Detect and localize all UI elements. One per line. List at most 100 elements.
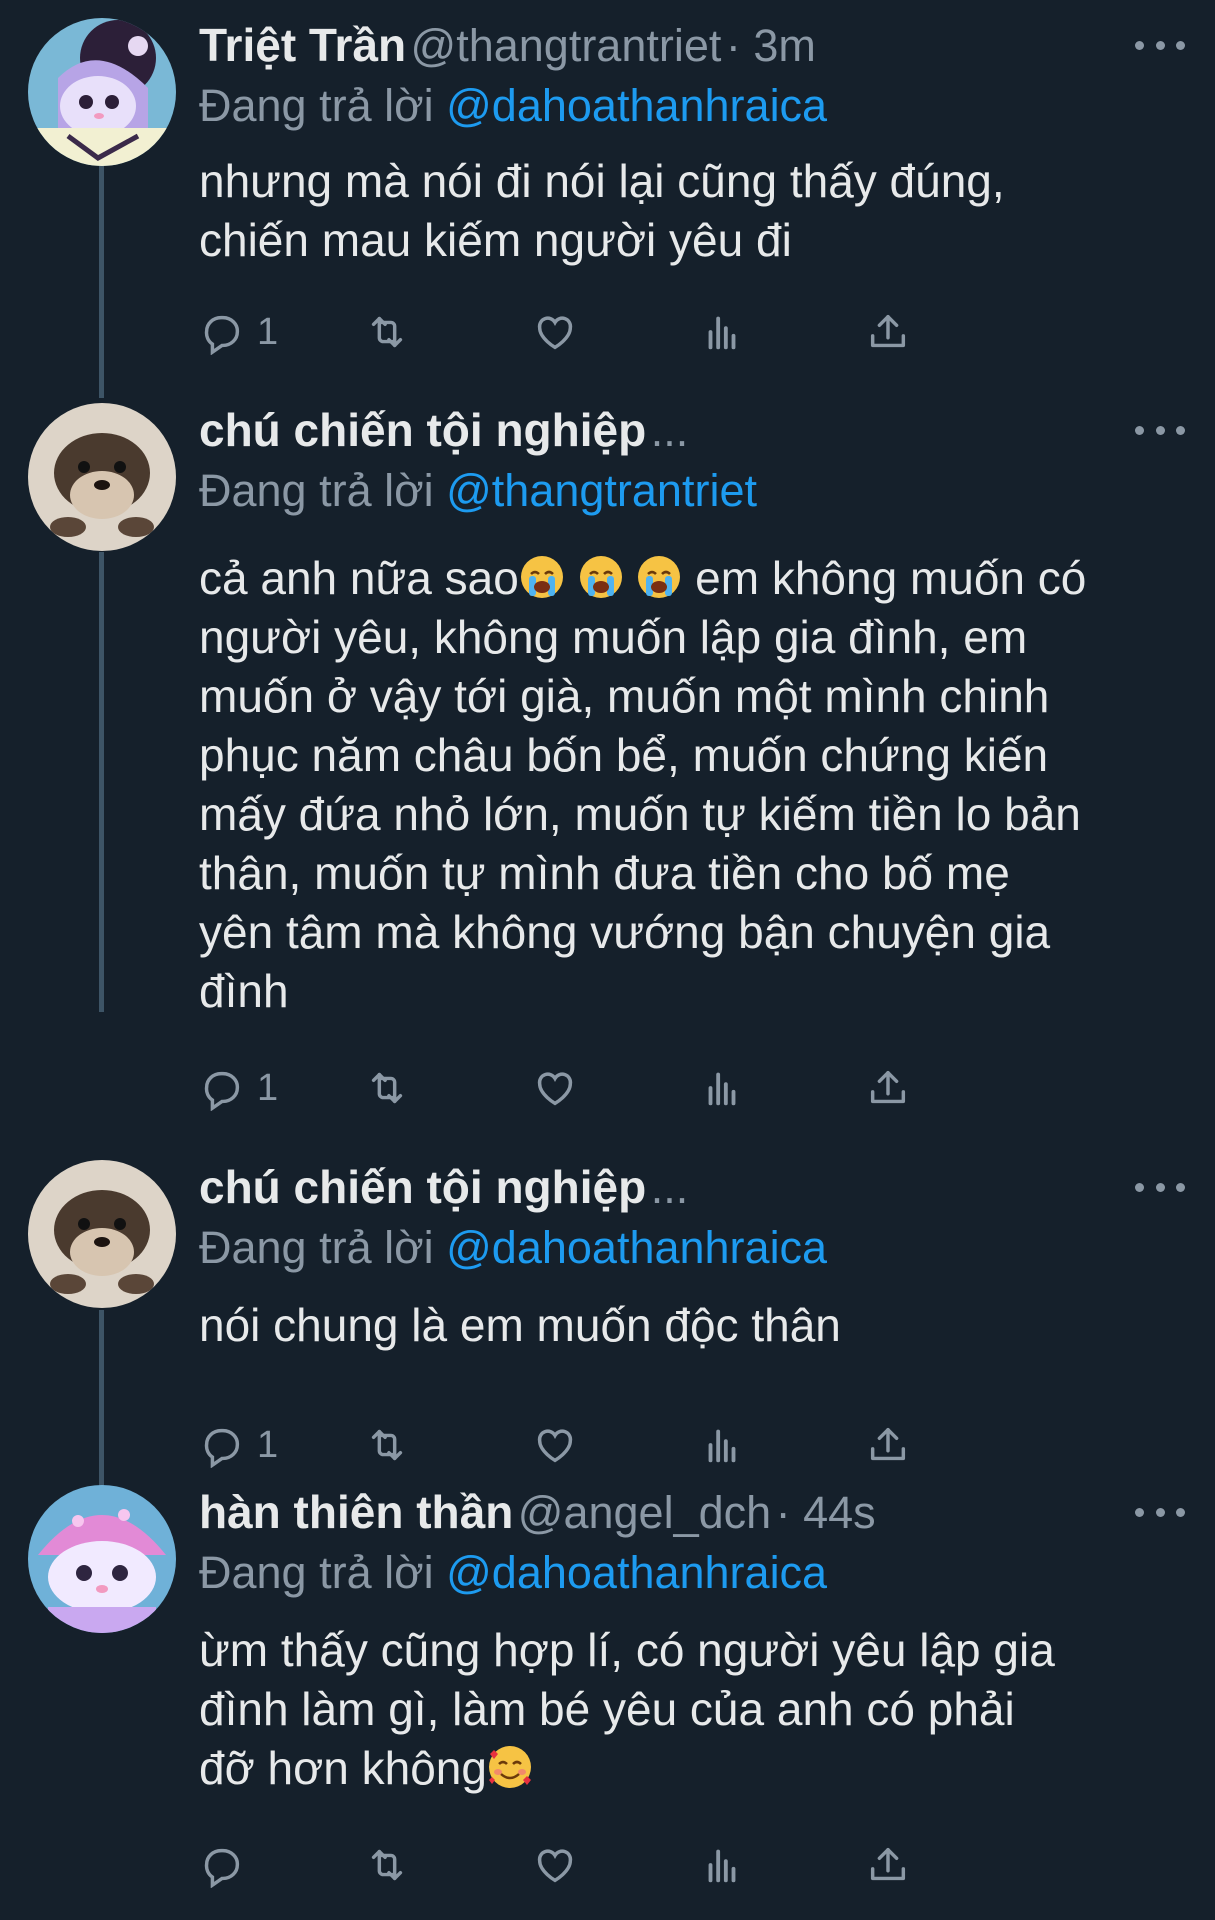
analytics-button[interactable] <box>699 302 745 362</box>
crying-face-icon <box>579 556 622 598</box>
like-button[interactable] <box>532 302 578 362</box>
avatar[interactable] <box>28 18 176 166</box>
reply-count: 1 <box>257 310 279 353</box>
tweet-text-line: cả anh nữa sao em không muốn có <box>199 549 1184 608</box>
replying-to: Đang trả lời @dahoathanhraica <box>199 80 827 132</box>
replying-to-label: Đang trả lời <box>199 465 434 516</box>
timestamp[interactable]: · 44s <box>776 1487 876 1538</box>
share-button[interactable] <box>865 302 911 362</box>
more-options-icon[interactable] <box>1135 1497 1185 1527</box>
like-icon <box>532 1422 578 1468</box>
display-name[interactable]: Triệt Trần <box>199 19 406 71</box>
analytics-button[interactable] <box>699 1835 745 1895</box>
analytics-button[interactable] <box>699 1058 745 1118</box>
tweet[interactable]: chú chiến tội nghiệp ... Đang trả lời @t… <box>0 403 1215 1143</box>
reply-button[interactable]: 1 <box>199 1058 278 1118</box>
reply-button[interactable] <box>199 1835 257 1895</box>
retweet-button[interactable] <box>364 1415 410 1475</box>
analytics-icon <box>699 309 745 355</box>
tweet-text: nói chung là em muốn độc thân <box>199 1296 1184 1355</box>
reply-icon <box>199 1422 245 1468</box>
share-icon <box>865 1842 911 1888</box>
tweet[interactable]: Triệt Trần @thangtrantriet · 3m Đang trả… <box>0 18 1215 388</box>
tweet-text-line: yên tâm mà không vướng bận chuyện gia <box>199 906 1051 958</box>
share-icon <box>865 1422 911 1468</box>
tweet-header: chú chiến tội nghiệp ... <box>199 403 1135 463</box>
retweet-button[interactable] <box>364 302 410 362</box>
tweet[interactable]: hàn thiên thần @angel_dch · 44s Đang trả… <box>0 1485 1215 1905</box>
retweet-button[interactable] <box>364 1835 410 1895</box>
reply-button[interactable]: 1 <box>199 1415 278 1475</box>
replying-to: Đang trả lời @thangtrantriet <box>199 465 757 517</box>
kuromi-avatar-icon <box>28 18 176 166</box>
mention-link[interactable]: @dahoathanhraica <box>446 1547 827 1598</box>
tweet-text-line: nói chung là em muốn độc thân <box>199 1299 841 1351</box>
analytics-button[interactable] <box>699 1415 745 1475</box>
like-button[interactable] <box>532 1058 578 1118</box>
analytics-icon <box>699 1065 745 1111</box>
tweet-actions: 1 <box>199 302 1069 362</box>
avatar[interactable] <box>28 1160 176 1308</box>
tweet-text-line: muốn ở vậy tới già, muốn một mình chinh <box>199 670 1050 722</box>
reply-count: 1 <box>257 1066 279 1109</box>
otter-avatar-icon <box>28 403 176 551</box>
mention-link[interactable]: @dahoathanhraica <box>446 1222 827 1273</box>
tweet-text-line: ừm thấy cũng hợp lí, có người yêu lập gi… <box>199 1624 1055 1676</box>
tweet-actions: 1 <box>199 1058 1069 1118</box>
truncation-ellipsis: ... <box>650 1162 689 1213</box>
share-icon <box>865 1065 911 1111</box>
tweet-text-line: phục năm châu bốn bể, muốn chứng kiến <box>199 729 1049 781</box>
like-icon <box>532 309 578 355</box>
otter-avatar-icon <box>28 1160 176 1308</box>
like-icon <box>532 1842 578 1888</box>
tweet-text: cả anh nữa sao em không muốn có người yê… <box>199 549 1184 1021</box>
share-button[interactable] <box>865 1415 911 1475</box>
mention-link[interactable]: @thangtrantriet <box>446 465 757 516</box>
like-button[interactable] <box>532 1835 578 1895</box>
tweet-text: nhưng mà nói đi nói lại cũng thấy đúng, … <box>199 152 1184 270</box>
more-options-icon[interactable] <box>1135 415 1185 445</box>
retweet-button[interactable] <box>364 1058 410 1118</box>
more-options-icon[interactable] <box>1135 1172 1185 1202</box>
replying-to: Đang trả lời @dahoathanhraica <box>199 1222 827 1274</box>
display-name[interactable]: chú chiến tội nghiệp <box>199 1161 646 1213</box>
truncation-ellipsis: ... <box>650 405 689 456</box>
like-button[interactable] <box>532 1415 578 1475</box>
replying-to-label: Đang trả lời <box>199 1547 434 1598</box>
tweet-text: ừm thấy cũng hợp lí, có người yêu lập gi… <box>199 1621 1184 1798</box>
reply-icon <box>199 1842 245 1888</box>
tweet-text-line: đỡ hơn không <box>199 1739 1184 1798</box>
tweet-text-line: đình <box>199 965 289 1017</box>
share-button[interactable] <box>865 1058 911 1118</box>
timestamp[interactable]: · 3m <box>726 20 816 71</box>
display-name[interactable]: chú chiến tội nghiệp <box>199 404 646 456</box>
username[interactable]: @thangtrantriet <box>411 20 722 71</box>
reply-button[interactable]: 1 <box>199 302 278 362</box>
retweet-icon <box>364 309 410 355</box>
analytics-icon <box>699 1842 745 1888</box>
tweet-actions <box>199 1835 1069 1895</box>
tweet-actions: 1 <box>199 1415 1069 1475</box>
share-button[interactable] <box>865 1835 911 1895</box>
tweet[interactable]: chú chiến tội nghiệp ... Đang trả lời @d… <box>0 1160 1215 1480</box>
mention-link[interactable]: @dahoathanhraica <box>446 80 827 131</box>
tweet-header: chú chiến tội nghiệp ... <box>199 1160 1135 1220</box>
avatar[interactable] <box>28 403 176 551</box>
like-icon <box>532 1065 578 1111</box>
crying-face-icon <box>520 556 563 598</box>
username[interactable]: @angel_dch <box>518 1487 771 1538</box>
replying-to-label: Đang trả lời <box>199 80 434 131</box>
reply-icon <box>199 1065 245 1111</box>
tweet-text-line: người yêu, không muốn lập gia đình, em <box>199 611 1028 663</box>
tweet-text-line: nhưng mà nói đi nói lại cũng thấy đúng, <box>199 155 1005 207</box>
analytics-icon <box>699 1422 745 1468</box>
more-options-icon[interactable] <box>1135 30 1185 60</box>
avatar[interactable] <box>28 1485 176 1633</box>
tweet-text-segment: cả anh nữa sao <box>199 552 519 604</box>
share-icon <box>865 309 911 355</box>
my-melody-avatar-icon <box>28 1485 176 1633</box>
retweet-icon <box>364 1842 410 1888</box>
tweet-text-segment: em không muốn có <box>682 552 1087 604</box>
retweet-icon <box>364 1422 410 1468</box>
display-name[interactable]: hàn thiên thần <box>199 1486 513 1538</box>
